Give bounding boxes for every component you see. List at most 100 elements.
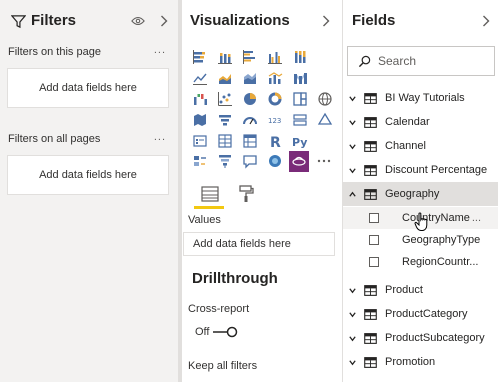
clustered-bar-icon[interactable] [237,47,262,68]
values-label: Values [188,214,221,226]
stacked-column-icon[interactable] [212,47,237,68]
area-chart-icon[interactable] [212,68,237,89]
field-table-row[interactable]: Product [343,278,498,302]
filled-map-icon[interactable] [187,109,212,130]
key-influencers-icon[interactable] [187,151,212,172]
eye-icon[interactable] [130,14,146,28]
donut-chart-icon[interactable] [262,89,287,110]
r-visual-icon[interactable]: R [262,130,287,151]
field-table-name: BI Way Tutorials [385,92,465,104]
custom-visual-icon[interactable] [289,150,309,172]
field-table-name: Product [385,284,423,296]
field-table-row[interactable]: Calendar [343,110,498,134]
filters-all-pages-drop-zone[interactable]: Add data fields here [7,155,169,195]
search-placeholder: Search [378,54,417,68]
collapse-chevron-icon[interactable] [320,14,332,28]
field-column-row[interactable]: RegionCountr... [343,251,498,273]
chevron-down-icon[interactable] [345,94,359,103]
field-table-row[interactable]: Promotion [343,350,498,374]
line-column-icon[interactable] [262,68,287,89]
values-drop-zone[interactable]: Add data fields here [183,232,335,256]
cross-report-toggle[interactable]: Off [195,326,240,338]
field-table-name: ProductCategory [385,308,468,320]
field-column-name: GeographyType [402,234,481,246]
table-icon [363,140,377,152]
filters-all-pages-label: Filters on all pages [8,133,101,145]
chevron-down-icon[interactable] [345,166,359,175]
filters-on-page-more-icon[interactable]: ... [154,44,166,56]
clustered-column-icon[interactable] [262,47,287,68]
field-checkbox[interactable] [369,235,379,245]
field-column-name: RegionCountr... [402,256,479,268]
table-icon [363,308,377,320]
kpi-icon[interactable] [312,109,337,130]
table-icon [363,164,377,176]
field-table-name: Promotion [385,356,436,368]
decomposition-tree-icon[interactable] [212,151,237,172]
field-column-row[interactable]: GeographyType [343,229,498,251]
field-table-row[interactable]: ProductSubcategory [343,326,498,350]
field-table-name: Geography [385,188,440,200]
field-checkbox[interactable] [369,213,379,223]
field-more-options-icon[interactable]: ... [472,212,481,224]
visualizations-title: Visualizations [190,12,290,29]
gauge-icon[interactable] [237,109,262,130]
matrix-icon[interactable] [237,130,262,151]
cross-report-state: Off [195,326,210,338]
format-tab[interactable] [228,182,264,206]
fields-pane: Fields Search BI Way Tutorials Calendar Ch… [343,0,498,382]
toggle-switch-icon [213,326,238,338]
filters-on-page-label: Filters on this page [8,46,101,58]
field-checkbox[interactable] [369,257,379,267]
waterfall-icon[interactable] [187,89,212,110]
chevron-down-icon[interactable] [345,358,359,367]
card-icon[interactable]: 123 [262,109,287,130]
chevron-down-icon[interactable] [345,142,359,151]
field-column-name: CountryName [402,212,470,224]
fields-search-input[interactable]: Search [347,46,495,76]
map-icon[interactable] [312,89,337,110]
filters-on-page-drop-zone[interactable]: Add data fields here [7,68,169,108]
scatter-icon[interactable] [212,89,237,110]
chevron-down-icon[interactable] [345,118,359,127]
line-chart-icon[interactable] [187,68,212,89]
100-stacked-bar-icon[interactable] [287,47,312,68]
field-table-row[interactable]: ProductCategory [343,302,498,326]
chevron-down-icon[interactable] [345,334,359,343]
table-icon [363,284,377,296]
fields-well-tab[interactable] [192,182,228,206]
svg-text:123: 123 [268,117,281,125]
field-table-name: Channel [385,140,426,152]
visualizations-pane: Visualizations 123 R Py Values Add data … [182,0,342,382]
hand-cursor-icon [414,212,428,231]
chevron-down-icon[interactable] [345,310,359,319]
collapse-chevron-icon[interactable] [480,14,492,28]
filters-pane: Filters Filters on this page ... Add dat… [0,0,178,382]
keep-all-filters-label: Keep all filters [188,360,258,372]
chevron-down-icon[interactable] [345,286,359,295]
table-icon[interactable] [212,130,237,151]
ribbon-chart-icon[interactable] [287,68,312,89]
funnel-icon[interactable] [212,109,237,130]
field-table-row[interactable]: Geography [343,182,498,206]
chevron-up-icon[interactable] [345,190,359,199]
multi-row-card-icon[interactable] [287,109,312,130]
field-table-name: Discount Percentage [385,164,488,176]
field-table-row[interactable]: Discount Percentage [343,158,498,182]
fields-well-icon [201,186,219,202]
field-table-row[interactable]: Channel [343,134,498,158]
field-table-row[interactable]: BI Way Tutorials [343,86,498,110]
more-icon[interactable] [311,151,336,172]
arcgis-icon[interactable] [262,151,287,172]
python-visual-icon[interactable]: Py [287,130,312,151]
fields-title: Fields [352,12,396,29]
slicer-icon[interactable] [187,130,212,151]
filters-all-pages-more-icon[interactable]: ... [154,131,166,143]
pie-chart-icon[interactable] [237,89,262,110]
collapse-chevron-icon[interactable] [158,14,170,28]
qa-icon[interactable] [237,151,262,172]
stacked-area-icon[interactable] [237,68,262,89]
stacked-bar-icon[interactable] [187,47,212,68]
svg-text:Py: Py [292,136,307,149]
treemap-icon[interactable] [287,89,312,110]
